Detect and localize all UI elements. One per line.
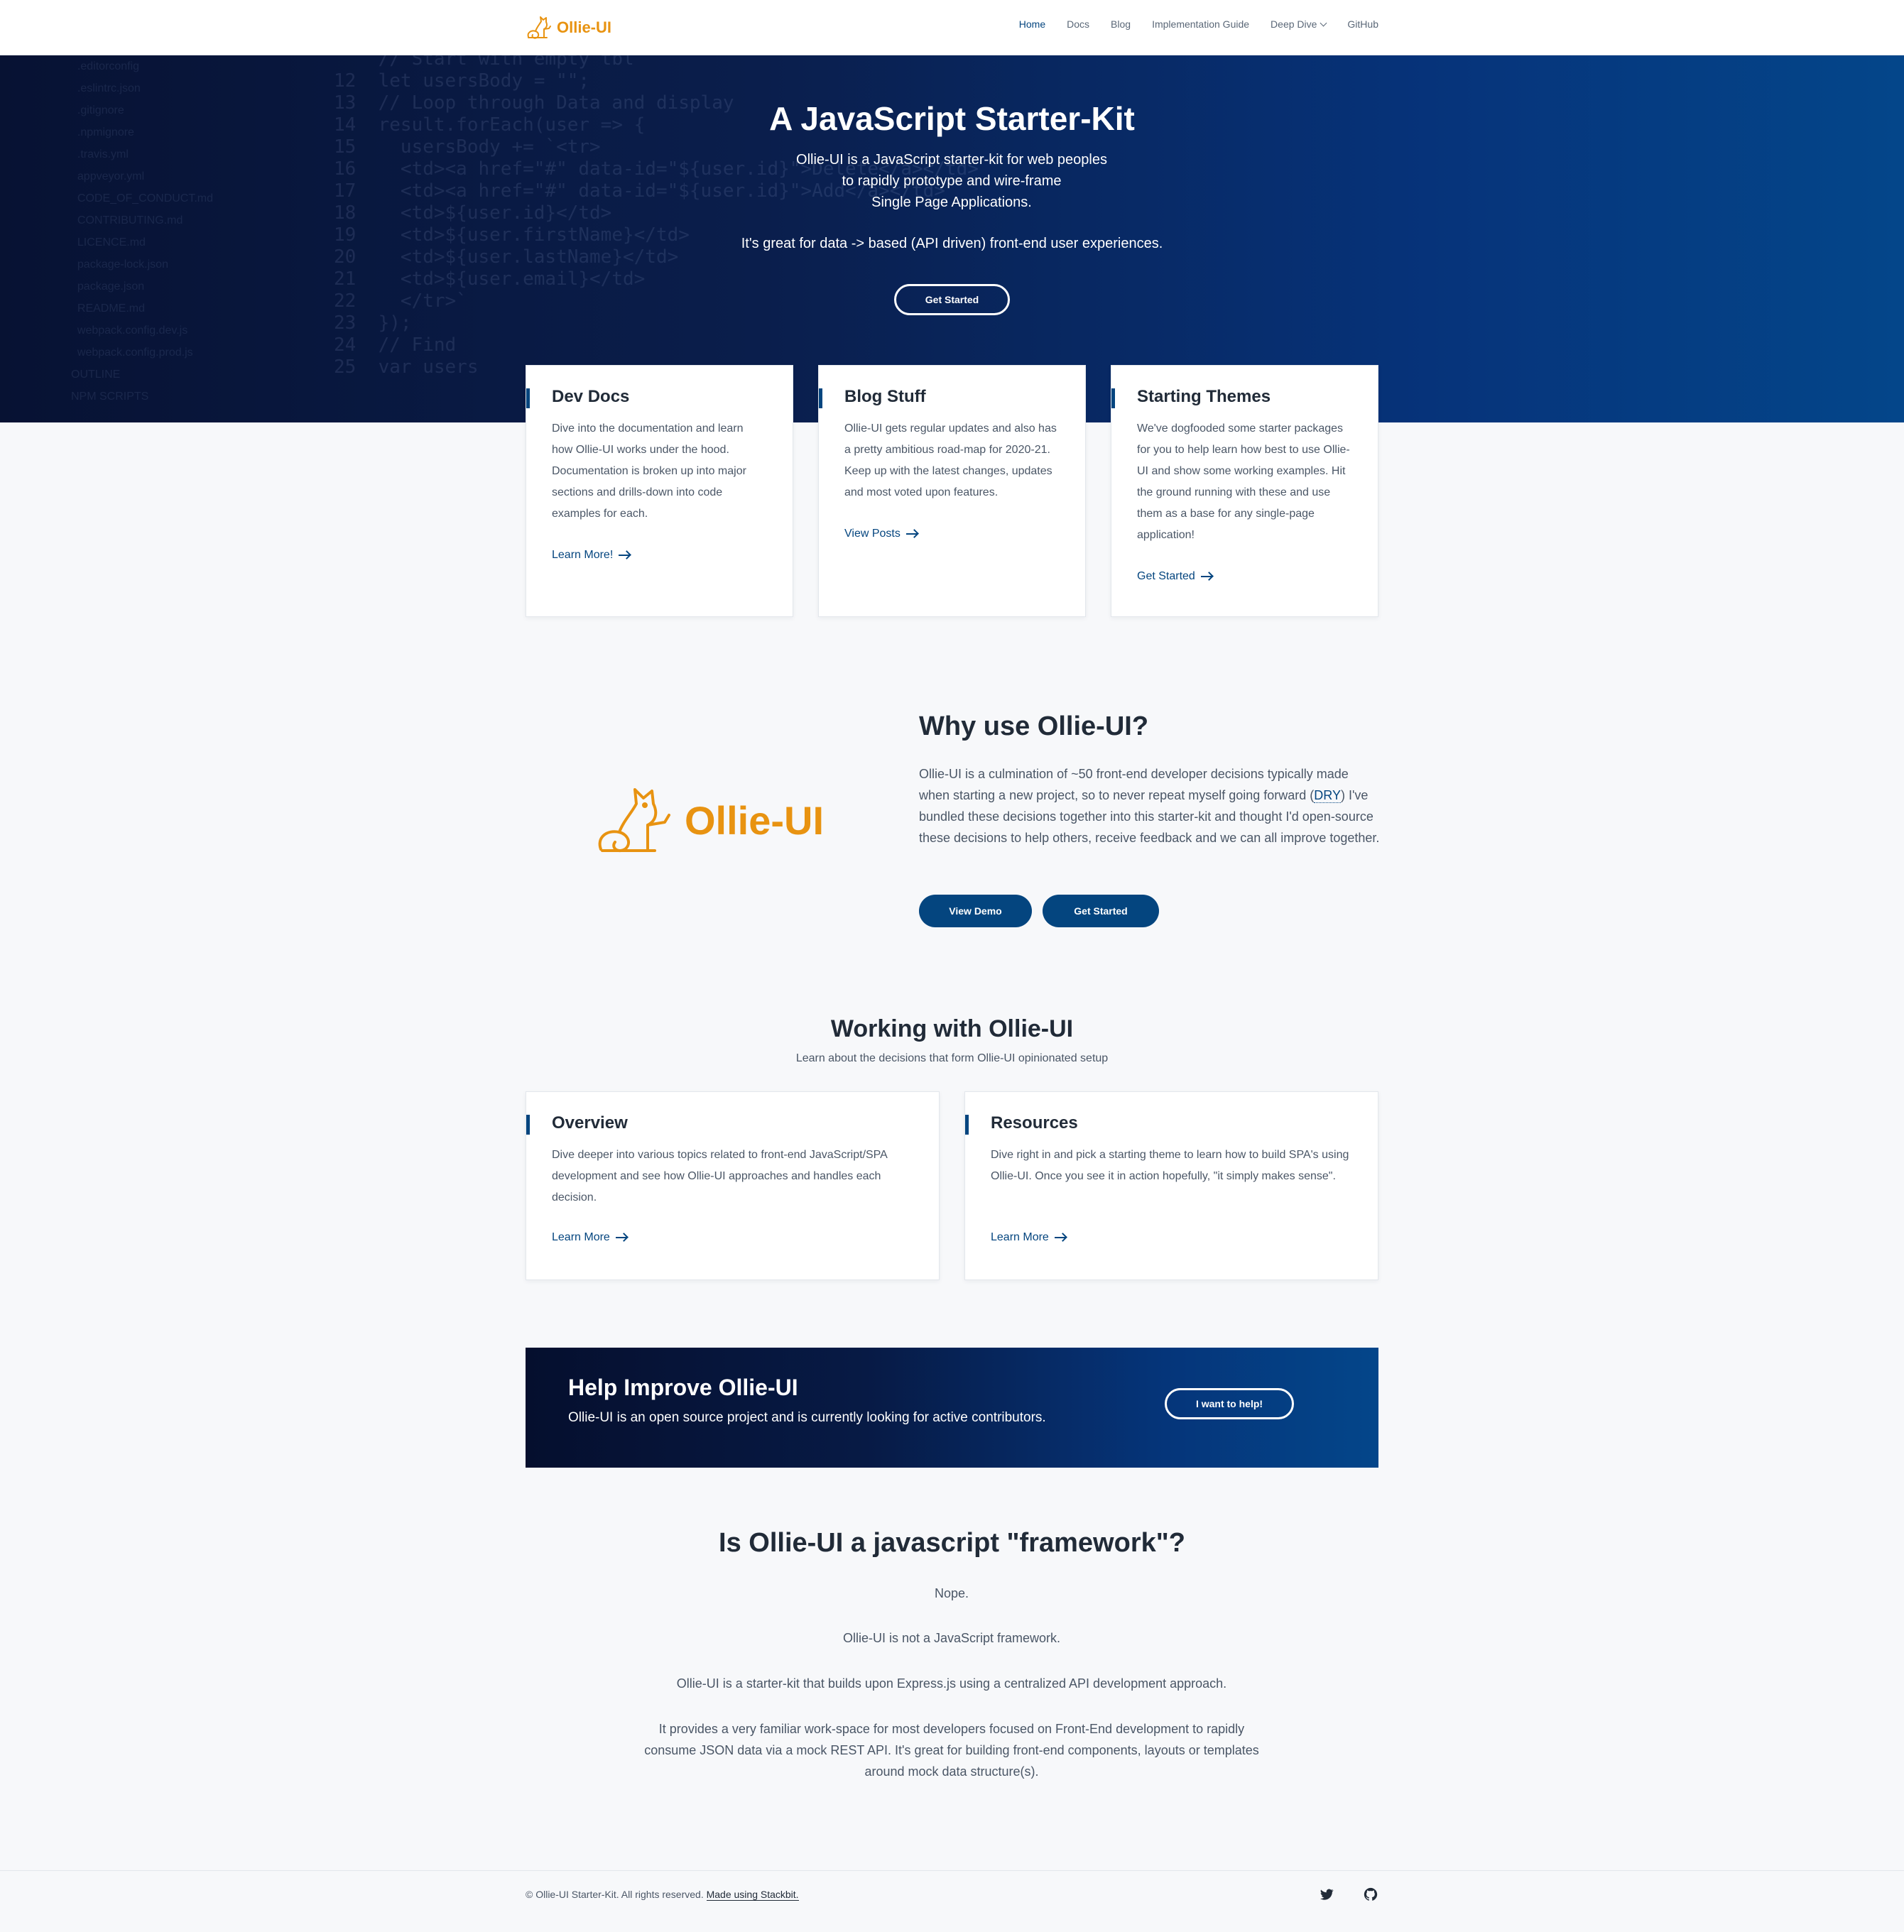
framework-paragraph: It provides a very familiar work-space f… (644, 1722, 1259, 1779)
hero-get-started-button[interactable]: Get Started (894, 284, 1010, 315)
why-text: Ollie-UI is a culmination of ~50 front-e… (919, 763, 1381, 848)
card-link-label: Get Started (1137, 570, 1195, 582)
card-overview: Overview Dive deeper into various topics… (526, 1091, 940, 1280)
hero-subtitle-line: Ollie-UI is a JavaScript starter-kit for… (796, 152, 1107, 168)
card-text: We've dogfooded some starter packages fo… (1137, 422, 1350, 541)
nav-deep-dive[interactable]: Deep Dive (1271, 18, 1327, 30)
arrow-right-icon (615, 1237, 627, 1238)
nav-blog[interactable]: Blog (1111, 18, 1131, 30)
stackbit-link[interactable]: Made using Stackbit. (706, 1889, 799, 1901)
card-title: Starting Themes (1111, 387, 1271, 408)
card-get-started-link[interactable]: Get Started (1137, 570, 1212, 583)
hero-subtitle-line: Single Page Applications. (871, 195, 1032, 210)
arrow-right-icon (619, 555, 631, 556)
nav-deep-dive-label: Deep Dive (1271, 18, 1317, 30)
working-title: Working with Ollie-UI (830, 1015, 1074, 1042)
i-want-to-help-button[interactable]: I want to help! (1165, 1388, 1294, 1419)
cta-text: Ollie-UI is an open source project and i… (568, 1410, 1046, 1425)
card-link-label: Learn More! (552, 549, 614, 561)
nav-home[interactable]: Home (1019, 18, 1045, 30)
arrow-right-icon (1200, 576, 1212, 577)
why-title: Why use Ollie-UI? (919, 711, 1149, 741)
card-text: Ollie-UI gets regular updates and also h… (844, 422, 1057, 498)
card-text: Dive into the documentation and learn ho… (552, 422, 746, 520)
view-demo-button[interactable]: View Demo (919, 895, 1032, 927)
card-title: Blog Stuff (819, 387, 926, 408)
card-title: Resources (965, 1113, 1078, 1135)
brand-logo-link[interactable]: Ollie-UI (526, 14, 611, 41)
nav-docs[interactable]: Docs (1067, 18, 1089, 30)
framework-paragraph: Ollie-UI is not a JavaScript framework. (842, 1631, 1061, 1645)
cat-logo-icon (598, 788, 670, 853)
nav-implementation-guide[interactable]: Implementation Guide (1152, 18, 1249, 30)
card-resources: Resources Dive right in and pick a start… (964, 1091, 1378, 1280)
card-text: Dive deeper into various topics related … (552, 1149, 887, 1204)
footer-copyright: © Ollie-UI Starter-Kit. All rights reser… (526, 1889, 799, 1901)
dry-link[interactable]: DRY (1314, 788, 1341, 803)
social-links (1319, 1887, 1378, 1902)
cat-logo-icon (527, 16, 551, 39)
site-footer: © Ollie-UI Starter-Kit. All rights reser… (0, 1870, 1904, 1932)
ollie-ui-logo: Ollie-UI (595, 781, 824, 859)
twitter-link[interactable] (1319, 1887, 1334, 1902)
twitter-icon (1320, 1889, 1334, 1900)
why-get-started-button[interactable]: Get Started (1043, 895, 1159, 927)
nav-github[interactable]: GitHub (1347, 18, 1378, 30)
working-subtitle: Learn about the decisions that form Olli… (795, 1052, 1109, 1064)
hero-subtitle-line: to rapidly prototype and wire-frame (842, 173, 1062, 189)
cta-title: Help Improve Ollie-UI (568, 1375, 798, 1400)
card-link-label: View Posts (844, 528, 901, 540)
card-dev-docs: Dev Docs Dive into the documentation and… (526, 365, 793, 617)
main-nav: Home Docs Blog Implementation Guide Deep… (998, 18, 1378, 30)
github-link[interactable] (1363, 1887, 1378, 1902)
why-text-part: Ollie-UI is a culmination of ~50 front-e… (919, 767, 1349, 802)
arrow-right-icon (1054, 1237, 1066, 1238)
hero-title: A JavaScript Starter-Kit (769, 100, 1135, 137)
copyright-text: © Ollie-UI Starter-Kit. All rights reser… (526, 1889, 704, 1900)
card-link-label: Learn More (552, 1231, 610, 1243)
card-text: Dive right in and pick a starting theme … (991, 1149, 1349, 1182)
help-improve-banner: Help Improve Ollie-UI Ollie-UI is an ope… (526, 1348, 1378, 1468)
overview-learn-more-link[interactable]: Learn More (552, 1231, 627, 1244)
hero-subtitle-secondary: It's great for data -> based (API driven… (741, 236, 1163, 251)
arrow-right-icon (905, 533, 918, 535)
logo-wordmark: Ollie-UI (685, 797, 825, 843)
card-learn-more-link[interactable]: Learn More! (552, 549, 631, 562)
framework-paragraph: Ollie-UI is a starter-kit that builds up… (676, 1676, 1227, 1691)
card-title: Overview (526, 1113, 628, 1135)
brand-name: Ollie-UI (557, 18, 612, 36)
framework-paragraph: Nope. (934, 1586, 969, 1600)
card-blog-stuff: Blog Stuff Ollie-UI gets regular updates… (818, 365, 1086, 617)
hero-subtitle: Ollie-UI is a JavaScript starter-kit for… (703, 149, 1200, 213)
card-view-posts-link[interactable]: View Posts (844, 528, 918, 540)
chevron-down-icon (1320, 19, 1327, 26)
resources-learn-more-link[interactable]: Learn More (991, 1231, 1066, 1244)
card-link-label: Learn More (991, 1231, 1049, 1243)
framework-title: Is Ollie-UI a javascript "framework"? (719, 1528, 1185, 1558)
github-icon (1364, 1887, 1378, 1901)
card-title: Dev Docs (526, 387, 630, 408)
site-header: Ollie-UI Home Docs Blog Implementation G… (0, 0, 1904, 55)
card-starting-themes: Starting Themes We've dogfooded some sta… (1111, 365, 1378, 617)
